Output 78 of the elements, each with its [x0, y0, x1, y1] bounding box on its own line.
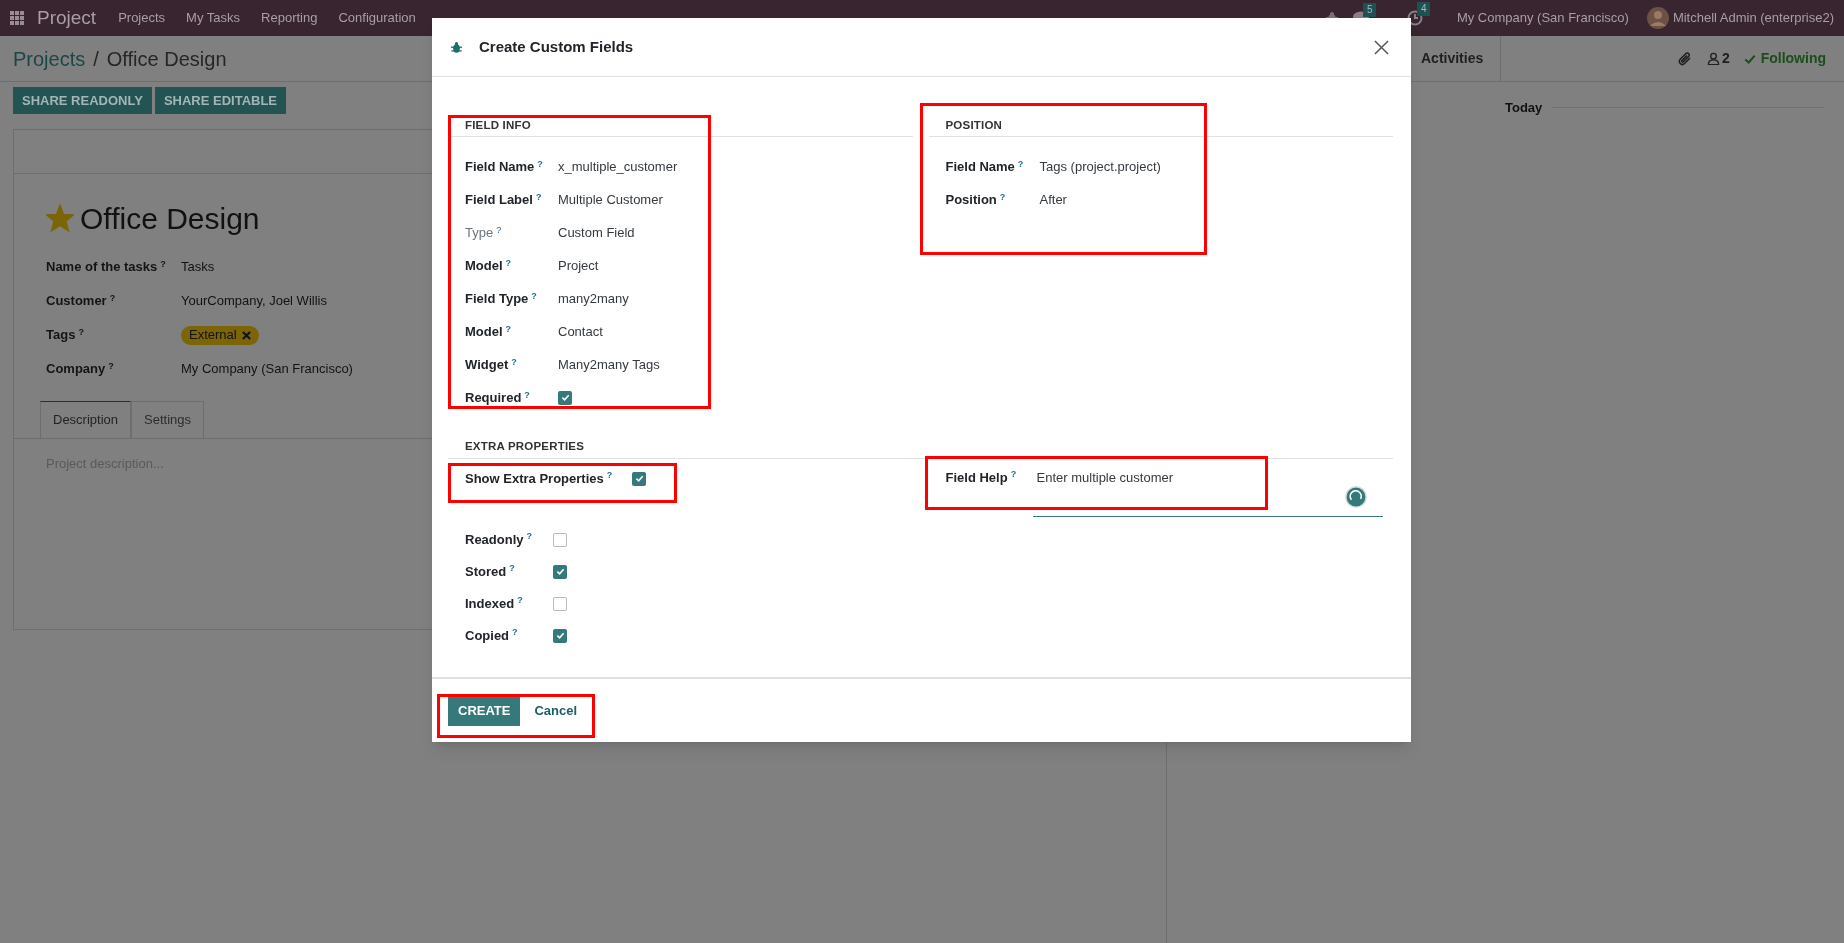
- cancel-button[interactable]: Cancel: [524, 695, 588, 726]
- remove-icon[interactable]: [241, 330, 251, 340]
- check-icon: [1743, 52, 1756, 65]
- section-heading: EXTRA PROPERTIES: [448, 438, 1393, 459]
- field-label: Field Name$^{?}$: [945, 157, 1025, 176]
- field-label: Stored$^{?}$: [465, 562, 516, 581]
- breadcrumb-current: Office Design: [106, 46, 227, 72]
- menu-item[interactable]: Configuration: [338, 8, 416, 28]
- followers-button[interactable]: 2: [1706, 48, 1730, 69]
- checkbox[interactable]: [558, 390, 572, 405]
- spinner-icon: [1345, 486, 1367, 508]
- menu-item[interactable]: Reporting: [261, 8, 318, 28]
- form-tab[interactable]: Settings: [131, 401, 204, 438]
- share-button[interactable]: SHARE READONLY: [13, 87, 152, 114]
- star-icon[interactable]: [46, 204, 74, 232]
- field-label: Widget$^{?}$: [465, 355, 518, 374]
- field-value: After: [1039, 191, 1067, 209]
- apps-menu-icon[interactable]: [10, 11, 24, 25]
- field-label: Indexed$^{?}$: [465, 594, 524, 613]
- field-label: Show Extra Properties$^{?}$: [465, 469, 614, 488]
- record-title: Office Design: [80, 200, 260, 237]
- form-tab[interactable]: Description: [40, 401, 132, 438]
- field-label: Tags$^{?}$: [46, 325, 85, 345]
- field-value: Contact: [558, 323, 603, 341]
- person-icon: [1706, 52, 1720, 65]
- tag-chip[interactable]: External: [181, 325, 259, 345]
- tag-label: External: [189, 326, 237, 345]
- date-separator: Today: [1505, 99, 1543, 117]
- field-label: Copied$^{?}$: [465, 626, 519, 645]
- breadcrumb-link[interactable]: Projects: [13, 43, 86, 74]
- checkbox[interactable]: [553, 532, 567, 547]
- checkbox[interactable]: [553, 628, 567, 643]
- field-value: Many2many Tags: [558, 356, 660, 374]
- section-heading: POSITION: [928, 117, 1393, 138]
- checkbox[interactable]: [632, 471, 646, 486]
- section-heading: FIELD INFO: [448, 117, 913, 138]
- field-label: Model$^{?}$: [465, 322, 513, 341]
- field-value: YourCompany, Joel Willis: [181, 292, 327, 311]
- field-label: Field Type$^{?}$: [465, 289, 538, 308]
- breadcrumb-separator: /: [93, 46, 99, 72]
- field-label: Readonly$^{?}$: [465, 530, 533, 549]
- clock-icon[interactable]: [1406, 10, 1423, 26]
- field-label: Customer$^{?}$: [46, 291, 117, 311]
- field-value: Project: [558, 257, 599, 275]
- field-value: x_multiple_customer: [558, 158, 678, 176]
- field-label: Field Help$^{?}$: [945, 468, 1018, 487]
- field-label: Field Label$^{?}$: [465, 190, 543, 209]
- menu-item[interactable]: My Tasks: [186, 8, 241, 28]
- field-value: Multiple Customer: [558, 191, 663, 209]
- field-label: Position$^{?}$: [945, 190, 1007, 209]
- field-value: Tasks: [181, 258, 215, 277]
- field-label: Required$^{?}$: [465, 388, 531, 407]
- company-switcher[interactable]: My Company (San Francisco): [1456, 8, 1629, 28]
- text-area[interactable]: Enter multiple customer: [1032, 467, 1383, 517]
- close-icon[interactable]: [1374, 39, 1389, 55]
- share-button[interactable]: SHARE EDITABLE: [154, 87, 287, 114]
- app-name[interactable]: Project: [37, 3, 97, 33]
- checkbox[interactable]: [553, 596, 567, 611]
- field-label: Field Name$^{?}$: [465, 157, 544, 176]
- field-label: Name of the tasks$^{?}$: [46, 257, 167, 277]
- dialog-title: Create Custom Fields: [479, 36, 634, 57]
- menu-item[interactable]: Projects: [118, 8, 166, 28]
- count-badge: 4: [1416, 2, 1431, 16]
- bug-icon: [450, 40, 463, 54]
- field-value: Custom Field: [558, 224, 635, 242]
- create-button[interactable]: CREATE: [448, 695, 521, 726]
- paperclip-icon[interactable]: [1676, 50, 1693, 67]
- field-label: Model$^{?}$: [465, 256, 513, 275]
- field-value: Tags (project.project): [1039, 158, 1161, 176]
- field-value: My Company (San Francisco): [181, 360, 353, 379]
- count-badge: 5: [1362, 3, 1377, 17]
- user-menu[interactable]: Mitchell Admin (enterprise2): [1672, 8, 1834, 28]
- field-label: Company$^{?}$: [46, 359, 115, 379]
- checkbox[interactable]: [553, 564, 567, 579]
- field-value: many2many: [558, 290, 629, 308]
- avatar-icon[interactable]: [1646, 7, 1669, 29]
- activities-button[interactable]: Activities: [1421, 36, 1502, 81]
- field-label: Type$^{?}$: [465, 223, 503, 242]
